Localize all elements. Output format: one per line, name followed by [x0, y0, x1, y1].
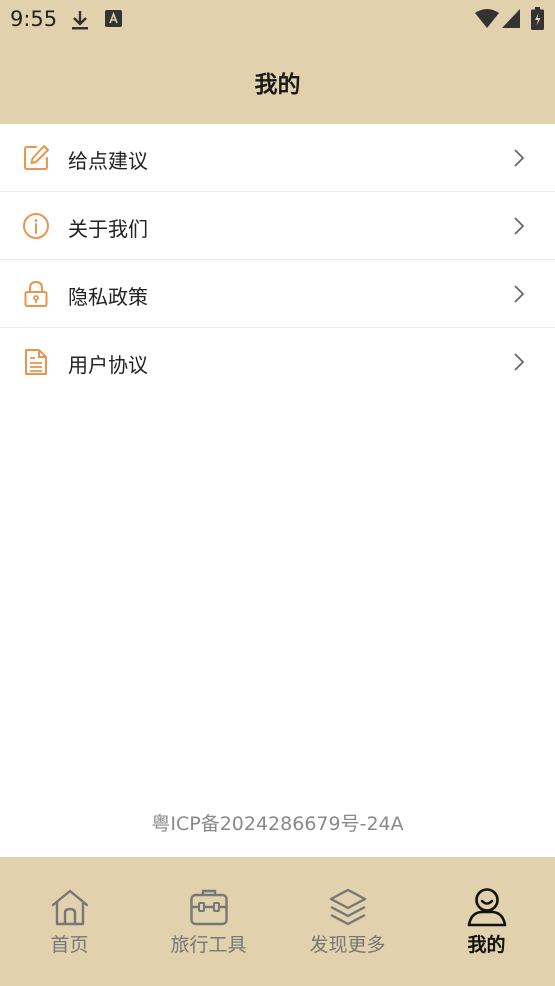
download-icon: [72, 11, 88, 30]
lock-icon: [24, 280, 48, 307]
layers-icon: [329, 888, 366, 926]
menu-item-privacy[interactable]: 隐私政策: [0, 260, 555, 328]
battery-icon: [531, 7, 544, 30]
chevron-right-icon: [514, 149, 525, 167]
home-icon: [51, 889, 88, 926]
chevron-right-icon: [514, 217, 525, 235]
tab-home[interactable]: 首页: [0, 857, 139, 986]
wifi-icon: [475, 9, 499, 28]
bottom-tab-bar: 首页 旅行工具 发现更多 我的: [0, 857, 555, 986]
menu-item-label: 给点建议: [68, 149, 148, 173]
tab-label: 旅行工具: [170, 934, 247, 956]
user-icon: [467, 888, 506, 927]
edit-icon: [24, 145, 49, 170]
document-icon: [25, 349, 47, 375]
page-title: 我的: [254, 72, 301, 98]
menu-item-label: 用户协议: [68, 353, 148, 377]
menu-item-about[interactable]: 关于我们: [0, 192, 555, 260]
tab-label: 我的: [467, 934, 506, 956]
status-bar: 9:55: [0, 0, 555, 38]
toolbox-icon: [189, 889, 228, 926]
tab-label: 发现更多: [309, 934, 386, 956]
tab-discover[interactable]: 发现更多: [278, 857, 417, 986]
settings-menu: 给点建议 关于我们 隐私政策 用户协议: [0, 124, 555, 395]
tab-travel-tools[interactable]: 旅行工具: [139, 857, 278, 986]
chevron-right-icon: [514, 353, 525, 371]
tab-mine[interactable]: 我的: [417, 857, 555, 986]
signal-icon: [502, 9, 520, 28]
menu-item-feedback[interactable]: 给点建议: [0, 124, 555, 192]
icp-license: 粤ICP备2024286679号-24A: [151, 813, 404, 835]
tab-label: 首页: [50, 934, 89, 956]
menu-item-label: 隐私政策: [68, 285, 148, 309]
app-notification-icon: [105, 10, 122, 27]
chevron-right-icon: [514, 285, 525, 303]
status-time: 9:55: [10, 7, 58, 31]
menu-item-label: 关于我们: [68, 217, 148, 241]
info-icon: [23, 213, 49, 239]
page-header: 我的: [0, 38, 555, 124]
menu-item-agreement[interactable]: 用户协议: [0, 328, 555, 395]
